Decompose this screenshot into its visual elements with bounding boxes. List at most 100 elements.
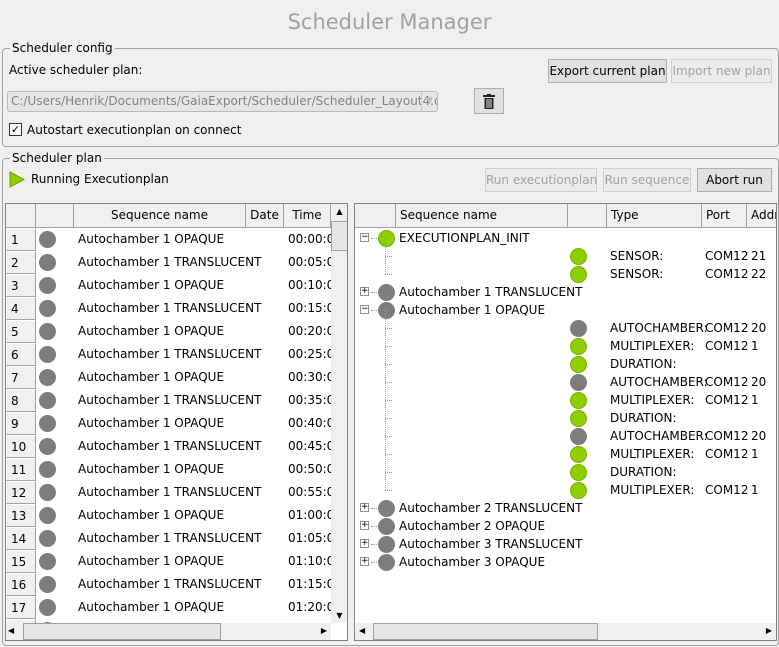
sequence-time: 00:35:00 — [288, 393, 331, 407]
tree-child-row[interactable]: AUTOCHAMBER: COM12 20 — [355, 310, 776, 337]
scroll-thumb[interactable] — [373, 623, 598, 640]
table-row[interactable]: 11 Autochamber 1 OPAQUE 00:50:00 — [6, 458, 331, 481]
sequence-name: Autochamber 1 OPAQUE — [78, 600, 225, 614]
table-row[interactable]: 16 Autochamber 1 TRANSLUCENT 01:15:00 — [6, 573, 331, 596]
table-row[interactable]: 7 Autochamber 1 OPAQUE 00:30:00 — [6, 366, 331, 389]
expand-icon[interactable]: + — [360, 503, 369, 512]
plan-path-combo[interactable]: C:/Users/Henrik/Documents/GaiaExport/Sch… — [7, 91, 438, 112]
row-number[interactable]: 10 — [6, 435, 36, 458]
header-time[interactable]: Time — [284, 204, 331, 228]
scroll-thumb[interactable] — [331, 221, 347, 251]
tree-child-row[interactable]: AUTOCHAMBER: COM12 20 — [355, 364, 776, 391]
table-row[interactable]: 2 Autochamber 1 TRANSLUCENT 00:05:00 — [6, 251, 331, 274]
table-row[interactable]: 3 Autochamber 1 OPAQUE 00:10:00 — [6, 274, 331, 297]
table-row[interactable]: 14 Autochamber 1 TRANSLUCENT 01:05:00 — [6, 527, 331, 550]
tree-child-row[interactable]: MULTIPLEXER: COM12 1 — [355, 472, 776, 499]
row-number[interactable]: 13 — [6, 504, 36, 527]
horizontal-scrollbar[interactable]: ◀ ▶ — [6, 623, 331, 640]
header-type[interactable]: Type — [607, 204, 702, 228]
table-row[interactable]: 12 Autochamber 1 TRANSLUCENT 00:55:00 — [6, 481, 331, 504]
tree-child-row[interactable]: SENSOR: COM12 21 — [355, 238, 776, 265]
scroll-thumb[interactable] — [23, 623, 221, 640]
tree-child-row[interactable]: DURATION: — [355, 454, 776, 481]
header-status[interactable] — [36, 204, 74, 228]
scroll-up-icon[interactable]: ▲ — [331, 207, 347, 216]
row-number[interactable]: 8 — [6, 389, 36, 412]
table-row[interactable]: 1 Autochamber 1 OPAQUE 00:00:00 — [6, 228, 331, 251]
table-row[interactable]: 15 Autochamber 1 OPAQUE 01:10:00 — [6, 550, 331, 573]
tree-node[interactable]: + Autochamber 2 TRANSLUCENT — [355, 499, 776, 517]
autostart-checkbox[interactable]: ✓ — [9, 123, 22, 136]
collapse-icon[interactable]: − — [360, 305, 369, 314]
tree-line — [371, 508, 377, 509]
row-number[interactable]: 5 — [6, 320, 36, 343]
tree-child-row[interactable]: MULTIPLEXER: COM12 1 — [355, 382, 776, 409]
row-number[interactable]: 9 — [6, 412, 36, 435]
table-row[interactable]: 10 Autochamber 1 TRANSLUCENT 00:45:00 — [6, 435, 331, 458]
tree-node[interactable]: + Autochamber 1 TRANSLUCENT — [355, 283, 776, 301]
run-sequence-button[interactable]: Run sequence — [603, 168, 691, 192]
table-row[interactable]: 4 Autochamber 1 TRANSLUCENT 00:15:00 — [6, 297, 331, 320]
tree-child-row[interactable]: DURATION: — [355, 400, 776, 427]
run-executionplan-button[interactable]: Run executionplan — [485, 168, 597, 192]
tree-child-row[interactable]: AUTOCHAMBER: COM12 20 — [355, 418, 776, 445]
tree-child-row[interactable]: MULTIPLEXER: COM12 1 — [355, 436, 776, 463]
delete-plan-button[interactable] — [474, 88, 504, 114]
row-number[interactable]: 15 — [6, 550, 36, 573]
horizontal-scrollbar[interactable]: ◀ ▶ — [355, 623, 776, 640]
table-row[interactable]: 13 Autochamber 1 OPAQUE 01:00:00 — [6, 504, 331, 527]
tree-child-row[interactable]: MULTIPLEXER: COM12 1 — [355, 328, 776, 355]
tree-line — [385, 454, 392, 455]
scroll-left-icon[interactable]: ◀ — [359, 626, 365, 635]
export-plan-button[interactable]: Export current plan — [548, 59, 667, 83]
table-row[interactable]: 9 Autochamber 1 OPAQUE 00:40:00 — [6, 412, 331, 435]
header-sequence-name[interactable]: Sequence name — [396, 204, 568, 228]
import-plan-button[interactable]: Import new plan — [671, 59, 772, 83]
expand-icon[interactable]: + — [360, 539, 369, 548]
row-number[interactable]: 11 — [6, 458, 36, 481]
status-indicator-icon — [39, 553, 56, 570]
sequence-time: 01:00:00 — [288, 508, 331, 522]
tree-child-row[interactable]: DURATION: — [355, 346, 776, 373]
scroll-right-icon[interactable]: ▶ — [766, 626, 772, 635]
vertical-scrollbar[interactable]: ▲ ▼ — [331, 204, 347, 623]
header-sequence-name[interactable]: Sequence name — [74, 204, 246, 228]
abort-run-button[interactable]: Abort run — [697, 168, 772, 192]
table-row[interactable]: 8 Autochamber 1 TRANSLUCENT 00:35:00 — [6, 389, 331, 412]
collapse-icon[interactable]: − — [360, 233, 369, 242]
row-number[interactable]: 1 — [6, 228, 36, 251]
scroll-left-icon[interactable]: ◀ — [8, 626, 14, 635]
header-port[interactable]: Port — [702, 204, 747, 228]
tree-node[interactable]: − EXECUTIONPLAN_INIT — [355, 229, 776, 247]
chevron-down-icon: ▼ — [421, 92, 437, 111]
row-number[interactable]: 16 — [6, 573, 36, 596]
header-date[interactable]: Date — [246, 204, 284, 228]
scroll-down-icon[interactable]: ▼ — [331, 611, 347, 620]
row-number[interactable]: 3 — [6, 274, 36, 297]
row-number[interactable]: 4 — [6, 297, 36, 320]
sequence-name: Autochamber 1 OPAQUE — [78, 462, 225, 476]
header-address[interactable]: Addr — [747, 204, 776, 228]
row-number[interactable]: 2 — [6, 251, 36, 274]
row-number[interactable]: 17 — [6, 596, 36, 619]
expand-icon[interactable]: + — [360, 521, 369, 530]
row-number[interactable]: 12 — [6, 481, 36, 504]
tree-node[interactable]: − Autochamber 1 OPAQUE — [355, 301, 776, 319]
tree-node[interactable]: + Autochamber 3 OPAQUE — [355, 553, 776, 571]
expand-icon[interactable]: + — [360, 557, 369, 566]
tree-node[interactable]: + Autochamber 2 OPAQUE — [355, 517, 776, 535]
tree-line — [385, 400, 386, 418]
table-row[interactable]: 5 Autochamber 1 OPAQUE 00:20:00 — [6, 320, 331, 343]
expand-icon[interactable]: + — [360, 287, 369, 296]
tree-child-row[interactable]: SENSOR: COM12 22 — [355, 256, 776, 283]
sequence-time: 00:15:00 — [288, 301, 331, 315]
row-number[interactable]: 7 — [6, 366, 36, 389]
table-row[interactable]: 6 Autochamber 1 TRANSLUCENT 00:25:00 — [6, 343, 331, 366]
tree-node[interactable]: + Autochamber 3 TRANSLUCENT — [355, 535, 776, 553]
row-number[interactable]: 14 — [6, 527, 36, 550]
status-indicator-icon — [570, 320, 587, 337]
row-number[interactable]: 6 — [6, 343, 36, 366]
table-row[interactable]: 17 Autochamber 1 OPAQUE 01:20:00 — [6, 596, 331, 619]
scroll-right-icon[interactable]: ▶ — [321, 626, 327, 635]
header-status[interactable] — [568, 204, 607, 228]
